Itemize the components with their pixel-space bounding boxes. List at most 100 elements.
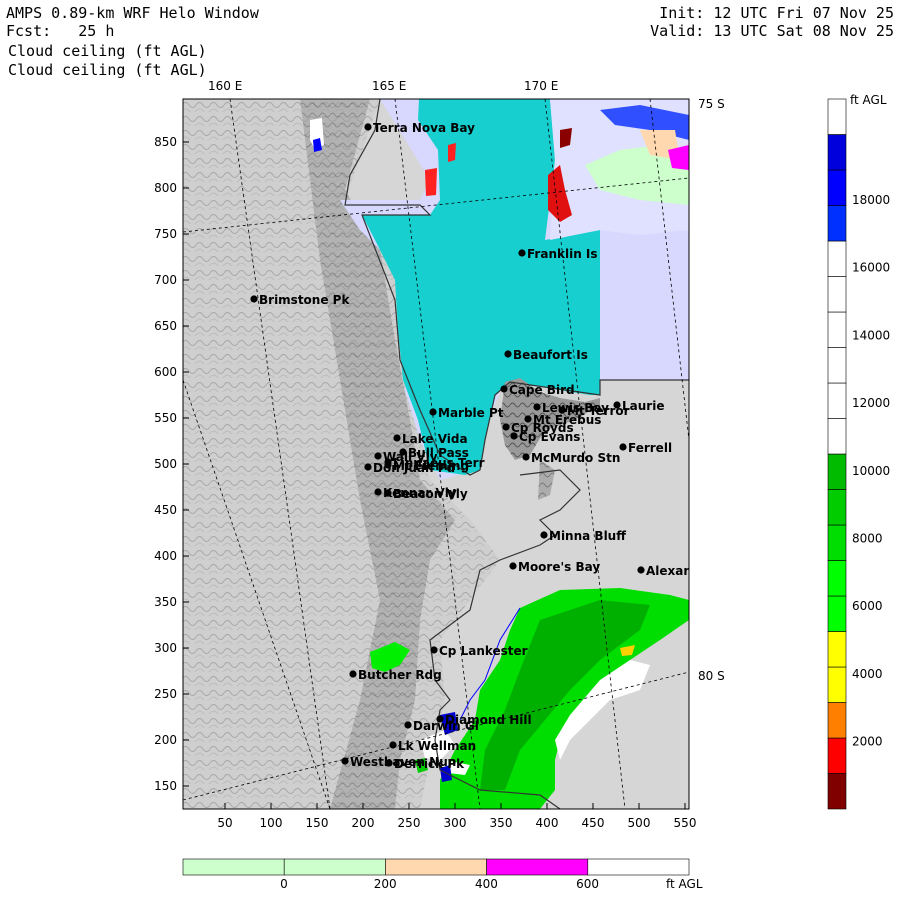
colorbar-right-tick: 2000 (852, 735, 883, 749)
colorbar-right: 18000 16000 14000 12000 10000 8000 6000 4000 200… (827, 98, 890, 810)
place-dot (393, 434, 401, 442)
place-dot (374, 488, 382, 496)
place-label: Minna Bluff (549, 529, 626, 543)
x-tick-label: 550 (674, 816, 697, 830)
colorbar-bottom-segment (283, 858, 386, 876)
map-fill: Terra Nova Bay Franklin Is Brimstone Pk Bea… (183, 99, 689, 809)
colorbar-right-segment (827, 134, 847, 171)
place-label: Marble Pt (438, 406, 504, 420)
colorbar-right-segment (827, 773, 847, 810)
x-tick-label: 150 (306, 816, 329, 830)
colorbar-right-tick: 8000 (852, 532, 883, 546)
x-tick-label: 50 (217, 816, 232, 830)
place-dot (533, 403, 541, 411)
place-label: Cape Bird (509, 383, 575, 397)
colorbar-right-segment (827, 595, 847, 632)
place-dot (500, 385, 508, 393)
colorbar-right-segment (827, 737, 847, 774)
place-dot (364, 463, 372, 471)
place-dot (518, 249, 526, 257)
place-dot (385, 759, 393, 767)
y-tick-label: 500 (154, 457, 177, 471)
place-label: Franklin Is (527, 247, 598, 261)
place-label: Cp Lankester (439, 644, 528, 658)
place-dot (389, 741, 397, 749)
colorbar-bottom-tick: 600 (576, 877, 599, 891)
cloud-patch-red-3 (448, 143, 456, 162)
place-label: Butcher Rdg (358, 668, 442, 682)
colorbar-right-segment (827, 382, 847, 419)
colorbar-right-unit: ft AGL (850, 93, 887, 107)
place-label: Lake Vida (402, 432, 468, 446)
colorbar-right-segment (827, 205, 847, 242)
place-label: Darwin Gl (413, 719, 479, 733)
colorbar-right-tick: 6000 (852, 599, 883, 613)
place-dot (374, 452, 382, 460)
place-label: Moore's Bay (518, 560, 600, 574)
colorbar-right-segment (827, 489, 847, 526)
place-label: Lk Wellman (398, 739, 476, 753)
colorbar-right-segment (827, 631, 847, 668)
y-tick-label: 600 (154, 365, 177, 379)
colorbar-right-segment (827, 418, 847, 455)
x-tick-label: 450 (582, 816, 605, 830)
y-tick-label: 400 (154, 549, 177, 563)
colorbar-right-tick: 4000 (852, 667, 883, 681)
place-dot (540, 531, 548, 539)
place-dot (399, 448, 407, 456)
colorbar-right-tick: 16000 (852, 261, 890, 275)
colorbar-bottom-segment (486, 858, 589, 876)
colorbar-bottom: 0 200 400 600 (182, 858, 690, 891)
colorbar-right-segment (827, 453, 847, 490)
y-tick-label: 700 (154, 273, 177, 287)
place-dot (341, 757, 349, 765)
place-label: Terra Nova Bay (373, 121, 475, 135)
colorbar-right-segment (827, 276, 847, 313)
lon-label-170: 170 E (524, 79, 558, 93)
y-tick-label: 150 (154, 779, 177, 793)
place-label: Cp Evans (519, 430, 580, 444)
place-dot (364, 123, 372, 131)
place-label: Beacon Vly (393, 487, 468, 501)
y-tick-label: 850 (154, 135, 177, 149)
place-label: McMurdo Stn (531, 451, 620, 465)
colorbar-right-segment (827, 240, 847, 277)
lon-label-165: 165 E (372, 79, 406, 93)
colorbar-right-tick: 10000 (852, 464, 890, 478)
colorbar-right-segment (827, 560, 847, 597)
colorbar-right-segment (827, 666, 847, 703)
colorbar-right-tick: 12000 (852, 396, 890, 410)
x-tick-label: 350 (490, 816, 513, 830)
cloud-patch-red-2 (425, 168, 437, 196)
x-tick-label: 250 (398, 816, 421, 830)
y-tick-label: 350 (154, 595, 177, 609)
lat-label-80: 80 S (698, 669, 725, 683)
place-dot (384, 489, 392, 497)
colorbar-right-segment (827, 702, 847, 739)
place-dot (250, 295, 258, 303)
lat-label-75: 75 S (698, 97, 725, 111)
x-tick-label: 500 (628, 816, 651, 830)
y-tick-label: 250 (154, 687, 177, 701)
y-tick-label: 200 (154, 733, 177, 747)
place-dot (522, 453, 530, 461)
place-dot (509, 562, 517, 570)
y-tick-label: 750 (154, 227, 177, 241)
place-dot (384, 458, 392, 466)
x-tick-label: 200 (352, 816, 375, 830)
place-label: Linnaeus Terr (393, 456, 485, 470)
colorbar-bottom-segment (385, 858, 487, 876)
colorbar-right-tick: 14000 (852, 328, 890, 342)
colorbar-bottom-tick: 400 (475, 877, 498, 891)
map-figure: Terra Nova Bay Franklin Is Brimstone Pk Bea… (154, 79, 890, 891)
place-label: Brimstone Pk (259, 293, 350, 307)
x-tick-label: 400 (536, 816, 559, 830)
place-dot (502, 423, 510, 431)
colorbar-right-segment (827, 98, 847, 135)
place-dot (504, 350, 512, 358)
place-dot (349, 670, 357, 678)
colorbar-bottom-segment (182, 858, 285, 876)
y-tick-label: 550 (154, 411, 177, 425)
colorbar-right-segment (827, 169, 847, 206)
place-dot (430, 646, 438, 654)
